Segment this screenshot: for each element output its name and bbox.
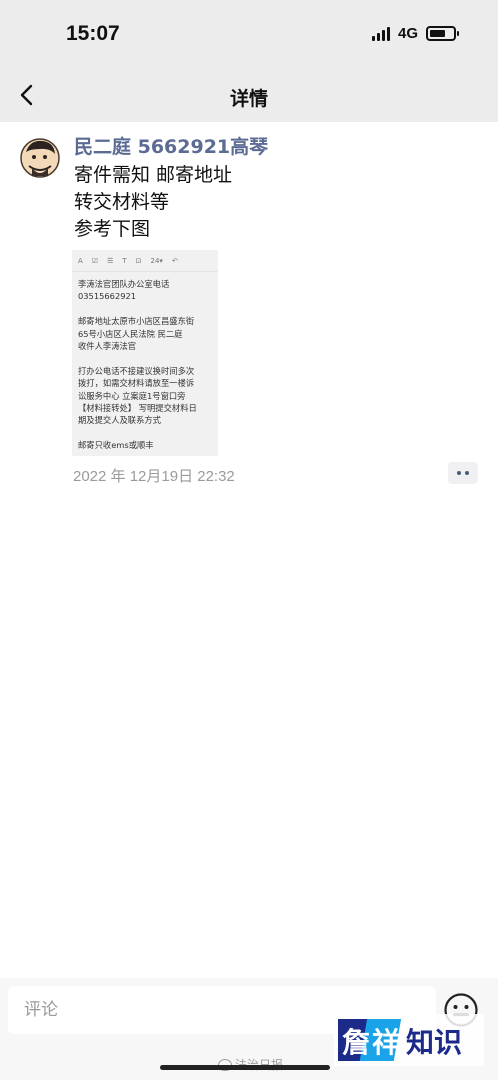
image-toolbar: A ☑ ☰ T ⊡ 24▾ ↶: [72, 250, 218, 272]
image-line: 拨打，如需交材料请放至一楼诉: [78, 378, 195, 389]
image-toolbar-item: ☑: [91, 256, 99, 265]
navigation-bar: 详情: [0, 70, 498, 122]
more-options-button[interactable]: [448, 462, 478, 484]
dot-icon: [465, 471, 469, 475]
image-toolbar-item: ☰: [107, 256, 114, 265]
signal-icon: [371, 26, 390, 41]
image-toolbar-item: A: [78, 256, 83, 265]
post-line: 转交材料等: [74, 191, 170, 213]
image-line: 收件人李涛法官: [78, 341, 137, 352]
dot-icon: [457, 471, 461, 475]
image-line: 讼服务中心 立案庭1号窗口旁: [78, 390, 186, 401]
image-text: 李涛法官团队办公室电话 03515662921 邮寄地址太原市小店区昌盛东街 6…: [72, 272, 218, 452]
image-line: 【材料接转处】 写明提交材料日: [78, 403, 197, 414]
image-line: 65号小店区人民法院 民二庭: [78, 328, 183, 339]
image-toolbar-item: T: [122, 256, 127, 265]
author-name[interactable]: 民二庭 5662921高琴: [74, 132, 268, 159]
attached-image[interactable]: A ☑ ☰ T ⊡ 24▾ ↶ 李涛法官团队办公室电话 03515662921 …: [72, 250, 218, 456]
image-line: 03515662921: [78, 291, 137, 302]
image-toolbar-item: ↶: [171, 256, 178, 265]
svg-text:詹: 詹: [342, 1026, 370, 1059]
brand-logo: 詹 祥 知识: [334, 1014, 484, 1066]
post-line: 参考下图: [74, 218, 151, 240]
network-type: 4G: [397, 25, 418, 42]
svg-text:祥: 祥: [372, 1026, 400, 1059]
image-line: 邮寄地址太原市小店区昌盛东街: [78, 316, 195, 327]
page-title: 详情: [229, 88, 268, 110]
battery-icon: [426, 26, 459, 41]
avatar[interactable]: [20, 138, 60, 178]
post-text: 寄件需知 邮寄地址 转交材料等 参考下图: [74, 162, 454, 243]
post-timestamp: 2022 年 12月19日 22:32: [73, 468, 235, 485]
status-time: 15:07: [66, 22, 120, 45]
image-toolbar-item: ⊡: [135, 256, 142, 265]
image-line: 期及提交人及联系方式: [78, 415, 161, 426]
image-line: 李涛法官团队办公室电话: [78, 279, 170, 289]
status-indicators: 4G: [371, 25, 459, 42]
post-line: 寄件需知 邮寄地址: [74, 164, 233, 186]
image-line: 邮寄只收ems或顺丰: [78, 440, 154, 451]
home-indicator: [160, 1065, 330, 1070]
svg-text:知识: 知识: [406, 1026, 462, 1059]
image-line: 打办公电话不接建议换时间多次: [78, 365, 195, 376]
status-bar: 15:07 4G: [0, 0, 498, 70]
image-toolbar-item: 24▾: [150, 256, 163, 265]
